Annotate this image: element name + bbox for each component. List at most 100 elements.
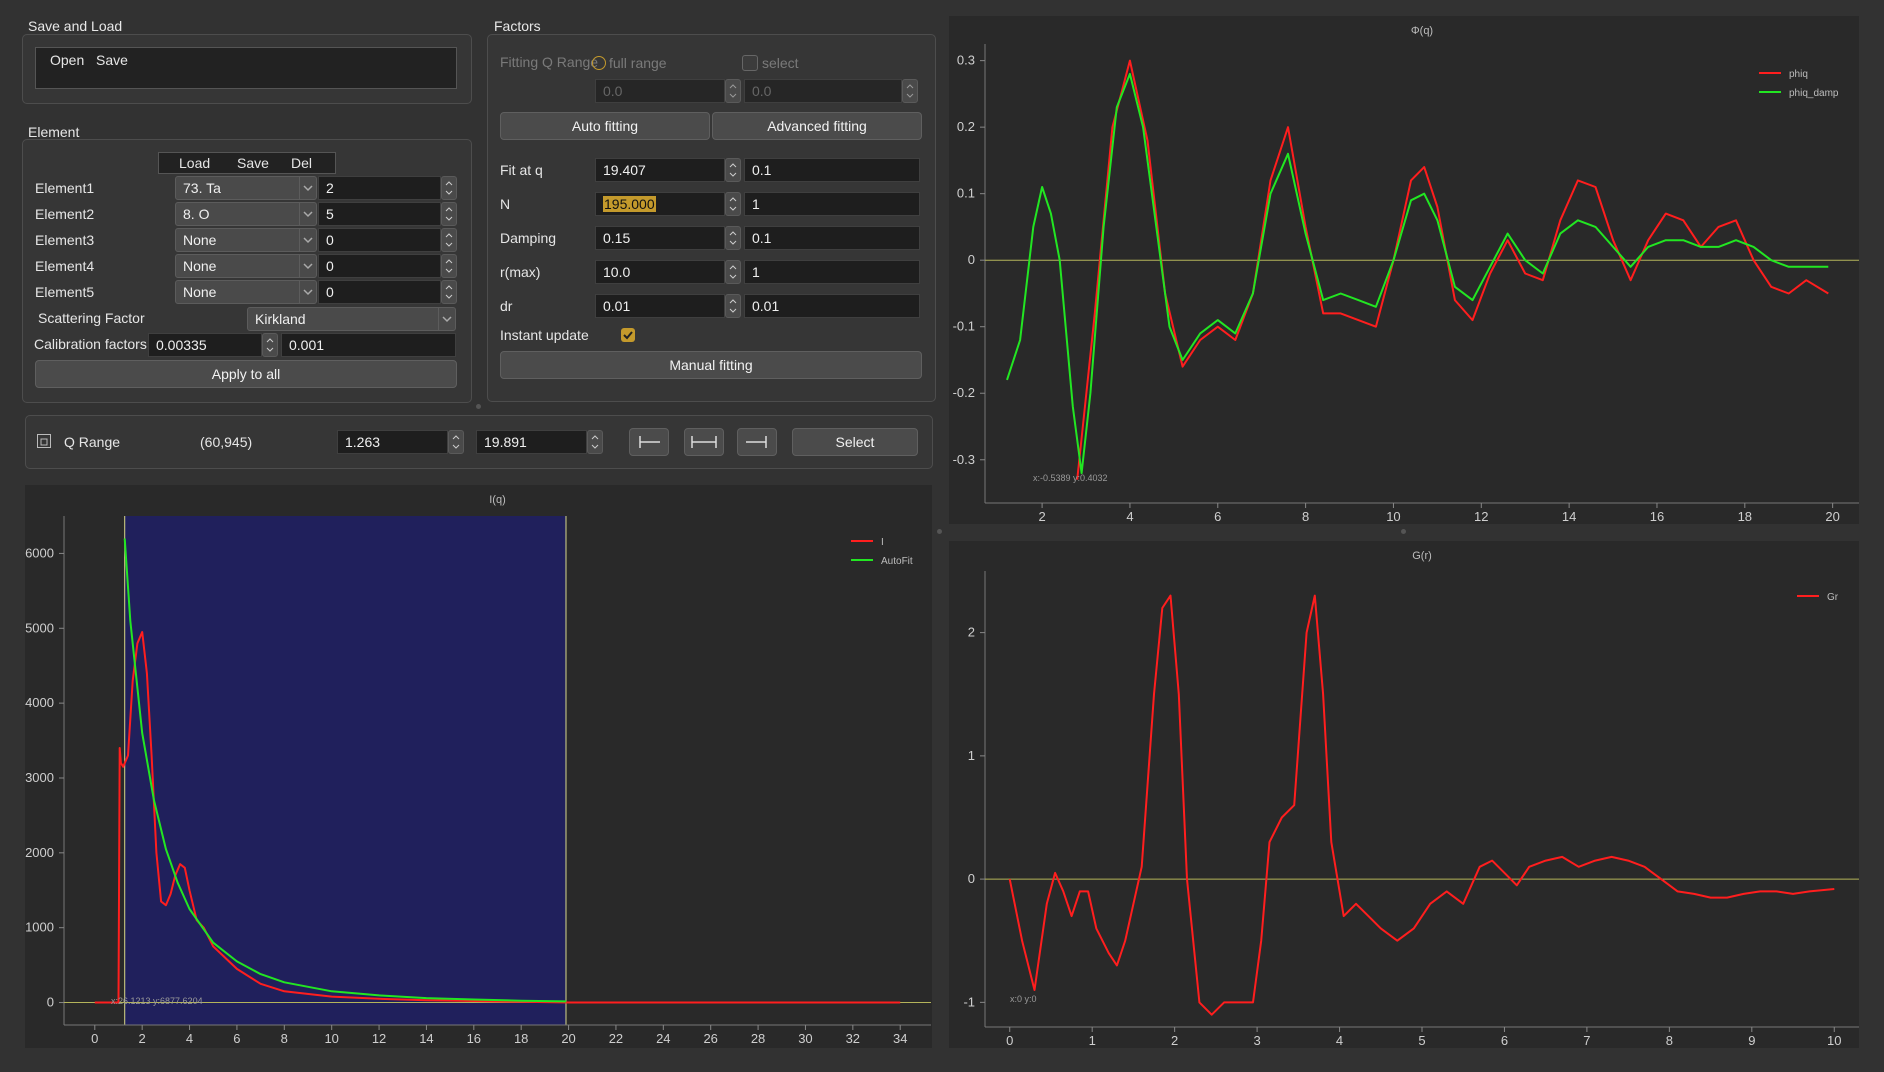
chevron-down-icon — [445, 242, 453, 247]
x-tick-label: 30 — [798, 1031, 812, 1046]
element-count-spinner[interactable] — [441, 202, 457, 226]
q-max-spinner[interactable] — [587, 430, 603, 454]
factor-value-spinner[interactable] — [725, 158, 741, 182]
q-min-input[interactable]: 1.263 — [337, 430, 448, 454]
range-max-input[interactable]: 0.0 — [744, 79, 902, 103]
splitter-handle[interactable] — [937, 529, 942, 534]
factors-title: Factors — [494, 18, 541, 34]
iq-plot-panel[interactable]: I(q) 0 2 4 6 8 10 12 14 16 18 20 22 24 26 28 30 32 34 0 1000… — [25, 485, 932, 1048]
x-tick-label: 9 — [1748, 1033, 1755, 1048]
set-left-bound-button[interactable] — [629, 428, 669, 456]
factor-value-spinner[interactable] — [725, 226, 741, 250]
select-checkbox[interactable] — [742, 55, 758, 71]
scattering-factor-select[interactable]: Kirkland — [247, 307, 456, 331]
element-select[interactable]: None — [175, 254, 317, 278]
element-select[interactable]: 8. O — [175, 202, 317, 226]
y-tick-label: 0 — [47, 995, 54, 1010]
full-range-label: full range — [609, 55, 667, 71]
iq-chart[interactable]: I(q)0 2 4 6 8 10 12 14 16 18 20 22 24 26 28 30 32 3401000… — [25, 485, 932, 1048]
element-count-spinner[interactable] — [441, 228, 457, 252]
open-menu[interactable]: Open — [50, 52, 84, 68]
x-tick-label: 2 — [1171, 1033, 1178, 1048]
calibration-factor-input[interactable]: 0.00335 — [148, 333, 262, 357]
element-del-menu[interactable]: Del — [291, 155, 312, 171]
element-count-input[interactable]: 0 — [318, 254, 441, 278]
x-tick-label: 2 — [1038, 509, 1045, 524]
factor-step-input[interactable]: 1 — [744, 260, 920, 284]
splitter-handle[interactable] — [476, 404, 481, 409]
y-tick-label: -1 — [963, 994, 975, 1009]
calibration-step-input[interactable]: 0.001 — [281, 333, 456, 357]
element-select[interactable]: 73. Ta — [175, 176, 317, 200]
scattering-factor-label: Scattering Factor — [38, 310, 145, 326]
q-range-toggle-icon[interactable] — [37, 434, 51, 448]
element-select[interactable]: None — [175, 280, 317, 304]
x-tick-label: 28 — [751, 1031, 765, 1046]
set-both-bounds-button[interactable] — [684, 428, 724, 456]
q-min-spinner[interactable] — [448, 430, 464, 454]
x-tick-label: 18 — [1738, 509, 1752, 524]
factor-value-input[interactable]: 10.0 — [595, 260, 725, 284]
phiq-plot-panel[interactable]: Φ(q) 2 4 6 8 10 12 14 16 18 20 -0.3 -0.2 -0.1 0 0.1 0.2 0… — [949, 16, 1859, 524]
phiq-chart[interactable]: Φ(q) 2 4 6 8 10 12 14 16 18 20 -0.3 -0.2 -0.1 0 0.1 0.2 0… — [949, 16, 1859, 524]
gr-plot-panel[interactable]: G(r) 0 1 2 3 4 5 6 7 8 9 10 -1 0 1 2 Gr x:0 y:0 — [949, 541, 1859, 1048]
factor-step-input[interactable]: 1 — [744, 192, 920, 216]
element-save-menu[interactable]: Save — [237, 155, 269, 171]
factor-value-spinner[interactable] — [725, 192, 741, 216]
auto-fitting-button[interactable]: Auto fitting — [500, 112, 710, 140]
element-count-input[interactable]: 5 — [318, 202, 441, 226]
x-tick-label: 12 — [372, 1031, 386, 1046]
element-count-input[interactable]: 0 — [318, 280, 441, 304]
calibration-spinner[interactable] — [262, 333, 278, 357]
element-select[interactable]: None — [175, 228, 317, 252]
factor-step-input[interactable]: 0.1 — [744, 226, 920, 250]
range-min-spinner[interactable] — [725, 79, 741, 103]
factor-step-input[interactable]: 0.01 — [744, 294, 920, 318]
legend-label: I — [881, 537, 884, 548]
y-tick-label: 0.2 — [957, 119, 975, 134]
x-tick-label: 1 — [1089, 1033, 1096, 1048]
manual-fitting-button[interactable]: Manual fitting — [500, 351, 922, 379]
q-max-input[interactable]: 19.891 — [476, 430, 587, 454]
apply-to-all-button[interactable]: Apply to all — [35, 360, 457, 388]
element-count-spinner[interactable] — [441, 280, 457, 304]
element-load-menu[interactable]: Load — [179, 155, 210, 171]
q-range-select-button[interactable]: Select — [792, 428, 918, 456]
left-bound-icon — [639, 436, 660, 448]
x-tick-label: 14 — [419, 1031, 433, 1046]
advanced-fitting-button[interactable]: Advanced fitting — [712, 112, 922, 140]
chevron-down-icon — [266, 347, 274, 352]
element-count-input[interactable]: 2 — [318, 176, 441, 200]
splitter-handle[interactable] — [1401, 529, 1406, 534]
factor-value-input[interactable]: 0.15 — [595, 226, 725, 250]
range-min-input[interactable]: 0.0 — [595, 79, 725, 103]
set-right-bound-button[interactable] — [737, 428, 777, 456]
element-count-spinner[interactable] — [441, 254, 457, 278]
factor-label: r(max) — [500, 264, 541, 280]
element-count-input[interactable]: 0 — [318, 228, 441, 252]
instant-update-checkbox[interactable] — [621, 328, 635, 342]
gr-chart[interactable]: G(r) 0 1 2 3 4 5 6 7 8 9 10 -1 0 1 2 Gr x:0 y:0 — [949, 541, 1859, 1048]
y-tick-label: 5000 — [25, 620, 54, 635]
x-tick-label: 6 — [1214, 509, 1221, 524]
element-row-label: Element3 — [35, 232, 95, 248]
factor-value-spinner[interactable] — [725, 260, 741, 284]
x-tick-label: 18 — [514, 1031, 528, 1046]
factor-value: 195.000 — [603, 196, 656, 212]
factor-value-input[interactable]: 19.407 — [595, 158, 725, 182]
legend-label: Gr — [1827, 592, 1839, 603]
factor-step-input[interactable]: 0.1 — [744, 158, 920, 182]
factor-label: dr — [500, 298, 513, 314]
element-count-spinner[interactable] — [441, 176, 457, 200]
factor-value-spinner[interactable] — [725, 294, 741, 318]
x-tick-label: 8 — [281, 1031, 288, 1046]
chevron-down-icon — [729, 172, 737, 177]
factor-value-input[interactable]: 195.000 — [595, 192, 725, 216]
selected-q-region[interactable] — [124, 516, 566, 1025]
save-menu[interactable]: Save — [96, 52, 128, 68]
factor-value-input[interactable]: 0.01 — [595, 294, 725, 318]
range-max-spinner[interactable] — [902, 79, 918, 103]
y-tick-label: 2 — [968, 625, 975, 640]
full-range-radio[interactable] — [592, 56, 606, 70]
chevron-down-icon — [299, 229, 316, 251]
